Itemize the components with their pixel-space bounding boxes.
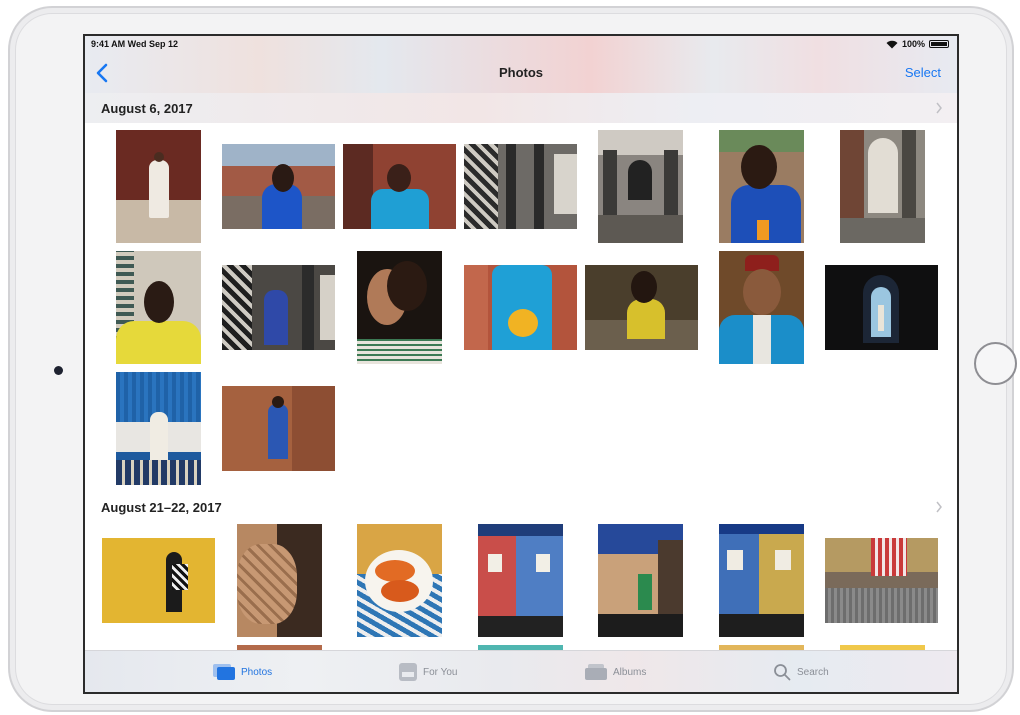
photo-thumbnail[interactable]	[598, 130, 683, 243]
photo-thumbnail[interactable]	[116, 130, 201, 243]
photo-thumbnail[interactable]	[825, 538, 938, 623]
section-header[interactable]: August 6, 2017	[85, 93, 957, 123]
section-header[interactable]: August 21–22, 2017	[85, 492, 957, 522]
page-title: Photos	[498, 65, 544, 80]
photo-thumbnail[interactable]	[357, 251, 442, 364]
status-time: 9:41 AM Wed Sep 12	[91, 39, 179, 49]
tab-photos[interactable]: Photos	[213, 661, 272, 683]
tab-label: Albums	[613, 666, 647, 678]
photo-thumbnail[interactable]	[825, 265, 938, 350]
photos-app-screen: August 6, 2017 August 21–22, 2017 9:41 A…	[83, 34, 959, 694]
photo-thumbnail[interactable]	[222, 386, 335, 471]
front-camera	[54, 366, 63, 375]
home-button[interactable]	[974, 342, 1017, 385]
section-date-label: August 6, 2017	[101, 101, 193, 116]
battery-icon	[929, 40, 949, 48]
photo-thumbnail[interactable]	[116, 372, 201, 485]
tab-for-you[interactable]: For You	[399, 661, 457, 683]
for-you-icon	[399, 663, 417, 681]
chevron-right-icon	[936, 501, 942, 513]
nav-bar: Photos Select	[85, 54, 957, 92]
tab-label: For You	[423, 666, 458, 678]
wifi-icon	[886, 40, 898, 48]
status-bar: 9:41 AM Wed Sep 12 100%	[85, 39, 957, 53]
photo-thumbnail[interactable]	[222, 265, 335, 350]
section-date-label: August 21–22, 2017	[101, 500, 222, 515]
photo-thumbnail[interactable]	[464, 144, 577, 229]
photo-thumbnail[interactable]	[343, 144, 456, 229]
photo-thumbnail[interactable]	[237, 524, 322, 637]
photo-thumbnail[interactable]	[102, 538, 215, 623]
photo-thumbnail[interactable]	[719, 251, 804, 364]
select-button[interactable]: Select	[905, 65, 941, 80]
photos-icon	[213, 664, 235, 680]
photo-thumbnail[interactable]	[585, 265, 698, 350]
search-icon	[774, 664, 791, 681]
photo-thumbnail[interactable]	[222, 144, 335, 229]
battery-percent: 100%	[901, 39, 925, 49]
chevron-right-icon	[936, 102, 942, 114]
tab-label: Search	[797, 666, 829, 678]
navigation-bar: 9:41 AM Wed Sep 12 100% Photos Select	[85, 36, 957, 93]
albums-icon	[585, 664, 607, 680]
status-right: 100%	[886, 39, 949, 49]
photo-thumbnail[interactable]	[478, 524, 563, 637]
photo-thumbnail[interactable]	[719, 130, 804, 243]
photo-thumbnail[interactable]	[719, 524, 804, 637]
photo-thumbnail[interactable]	[116, 251, 201, 364]
photo-thumbnail[interactable]	[464, 265, 577, 350]
tab-search[interactable]: Search	[773, 661, 829, 683]
tab-bar: Photos For You Albums Search	[85, 650, 957, 692]
tab-label: Photos	[241, 666, 273, 678]
photo-thumbnail[interactable]	[357, 524, 442, 637]
tab-albums[interactable]: Albums	[585, 661, 646, 683]
photo-thumbnail[interactable]	[598, 524, 683, 637]
photo-thumbnail[interactable]	[840, 130, 925, 243]
